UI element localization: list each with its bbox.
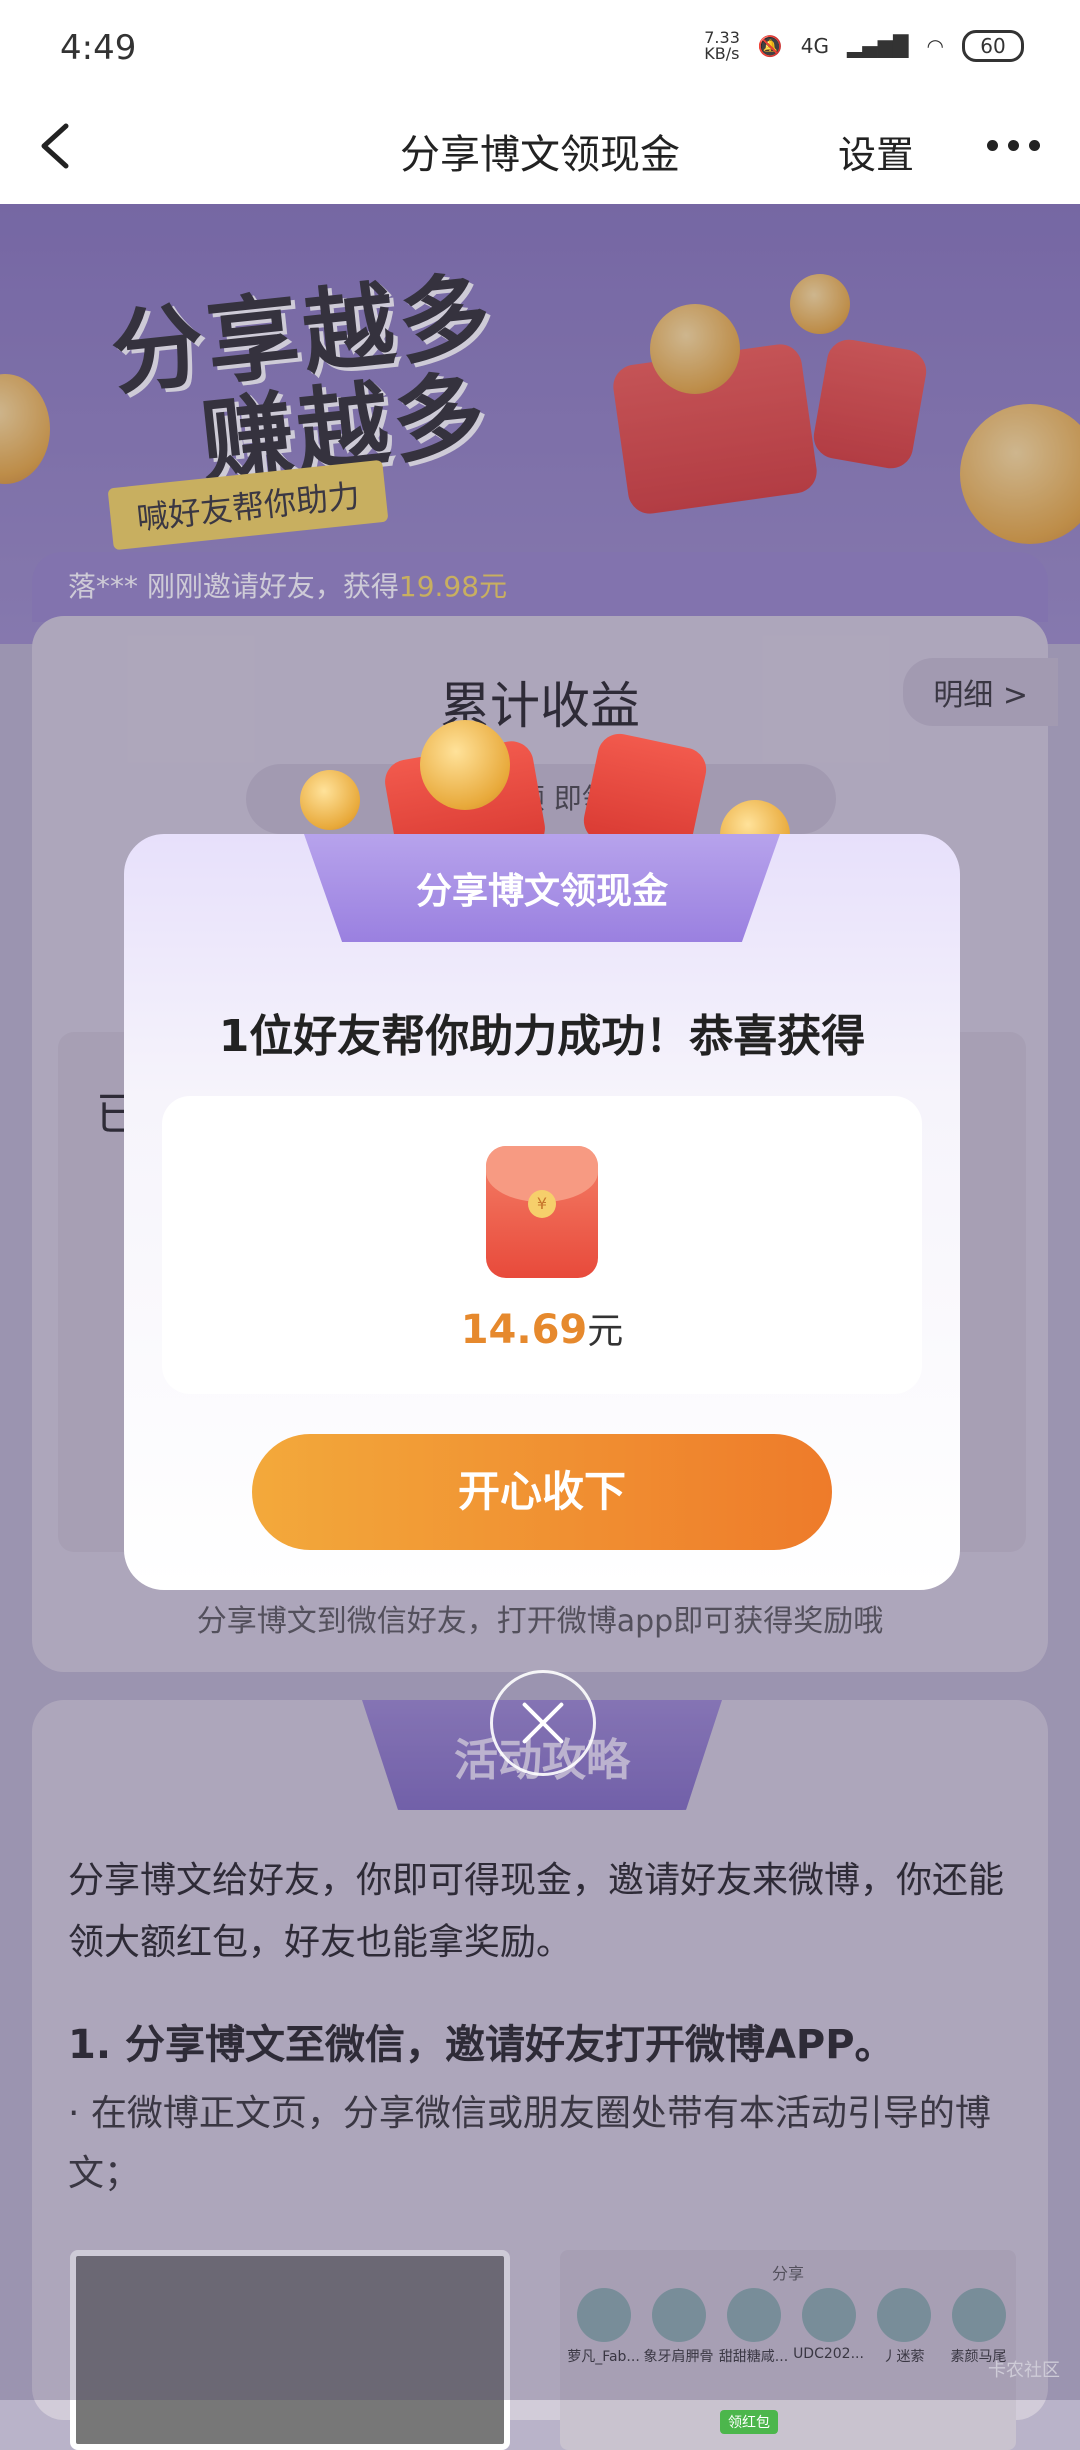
prize-amount: 14.69元: [162, 1302, 922, 1354]
accept-button[interactable]: 开心收下: [252, 1434, 832, 1550]
prize-amount-unit: 元: [587, 1311, 624, 1352]
mute-icon: 🔕: [757, 34, 783, 58]
prize-box: ¥ 14.69元: [162, 1096, 922, 1394]
wifi-icon: ◠: [926, 34, 944, 58]
net-speed: 7.33 KB/s: [704, 28, 740, 63]
battery-icon: 60: [962, 30, 1024, 62]
close-icon[interactable]: [490, 1670, 596, 1776]
status-time: 4:49: [60, 28, 137, 68]
status-bar: 4:49 7.33 KB/s 🔕 4G ▂▄▆█ ◠ 60: [0, 0, 1080, 96]
share-tag: 领红包: [720, 2410, 778, 2434]
settings-button[interactable]: 设置: [838, 124, 914, 179]
status-icons: 7.33 KB/s 🔕 4G ▂▄▆█ ◠ 60: [704, 30, 1024, 62]
coin-icon: [420, 720, 510, 810]
reward-modal: 分享博文领现金 1位好友帮你助力成功！恭喜获得 ¥ 14.69元 开心收下: [124, 834, 960, 1590]
red-envelope-icon: ¥: [486, 1146, 598, 1278]
modal-title: 分享博文领现金: [415, 871, 668, 912]
nav-bar: 分享博文领现金 设置: [0, 96, 1080, 205]
network-label: 4G: [800, 34, 830, 58]
prize-amount-value: 14.69: [460, 1307, 588, 1353]
page-title: 分享博文领现金: [400, 132, 680, 178]
modal-message: 1位好友帮你助力成功！恭喜获得: [218, 1011, 866, 1062]
signal-icon: ▂▄▆█: [847, 34, 909, 58]
more-icon[interactable]: [987, 140, 1040, 151]
coin-icon: [300, 770, 360, 830]
